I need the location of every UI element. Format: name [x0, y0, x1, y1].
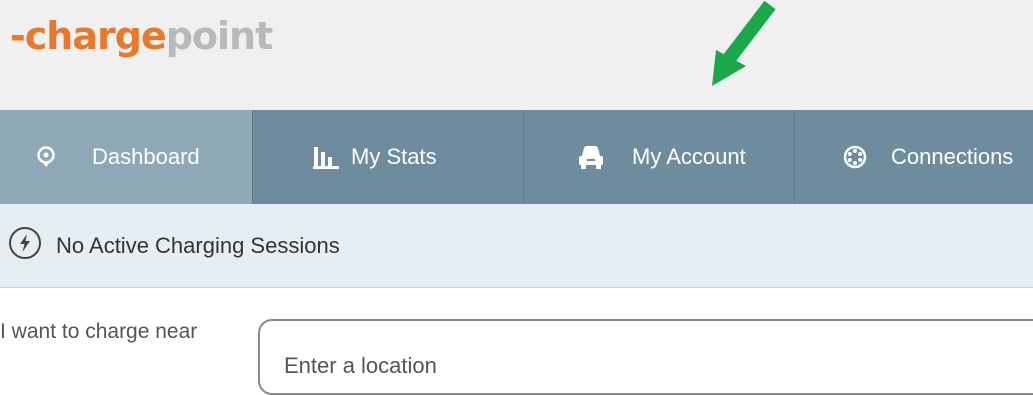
location-input[interactable] — [258, 319, 1033, 395]
main-nav: Dashboard My Stats My Account Connection… — [0, 110, 1033, 204]
nav-item-connections[interactable]: Connections — [795, 110, 1033, 204]
app-header: -chargepoint — [0, 0, 1033, 110]
nav-label-connections: Connections — [891, 144, 1014, 169]
connections-icon — [843, 145, 867, 169]
nav-item-my-account[interactable]: My Account — [524, 110, 795, 204]
nav-item-dashboard[interactable]: Dashboard — [0, 110, 253, 204]
charge-near-label: I want to charge near — [0, 320, 198, 343]
chargepoint-logo[interactable]: -chargepoint — [10, 14, 273, 58]
location-pin-icon — [36, 145, 56, 169]
nav-item-my-stats[interactable]: My Stats — [253, 110, 524, 204]
charging-status-bar: No Active Charging Sessions — [0, 204, 1033, 288]
bar-chart-icon — [313, 145, 339, 169]
lightning-icon — [8, 226, 42, 265]
nav-label-dashboard: Dashboard — [92, 144, 200, 169]
nav-label-my-account: My Account — [632, 144, 746, 169]
nav-label-my-stats: My Stats — [351, 144, 437, 169]
car-icon — [578, 145, 604, 169]
charging-status-text: No Active Charging Sessions — [56, 232, 340, 258]
arrow-icon — [712, 0, 776, 86]
